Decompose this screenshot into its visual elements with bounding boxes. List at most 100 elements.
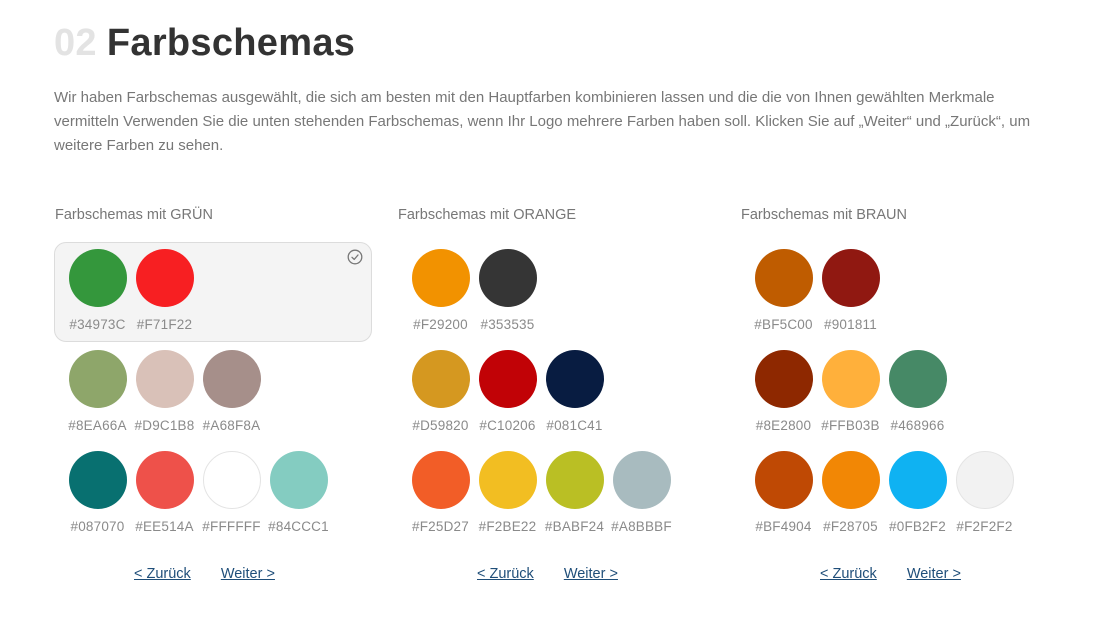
swatch-row: #BF5C00 #901811	[754, 249, 1057, 332]
swatch-row: #F25D27 #F2BE22 #BABF24 #A8BBBF	[411, 451, 714, 534]
color-swatch: #A68F8A	[202, 350, 261, 433]
color-scheme-option[interactable]: #F29200 #353535	[397, 242, 715, 342]
color-swatch: #A8BBBF	[611, 451, 672, 534]
color-swatch: #FFB03B	[821, 350, 880, 433]
section-number: 02	[54, 22, 97, 64]
swatch-circle	[411, 249, 470, 307]
hex-code-label: #8EA66A	[68, 418, 127, 433]
swatch-circle	[754, 451, 813, 509]
color-scheme-option[interactable]: #BF4904 #F28705 #0FB2F2 #F2F2F2	[740, 444, 1058, 544]
color-swatch: #C10206	[478, 350, 537, 433]
hex-code-label: #D9C1B8	[134, 418, 195, 433]
color-swatch: #EE514A	[135, 451, 194, 534]
back-link[interactable]: < Zurück	[820, 566, 877, 582]
color-scheme-option[interactable]: #F25D27 #F2BE22 #BABF24 #A8BBBF	[397, 444, 715, 544]
color-swatch: #F29200	[411, 249, 470, 332]
hex-code-label: #468966	[890, 418, 945, 433]
hex-code-label: #F25D27	[412, 519, 469, 534]
color-swatch: #468966	[888, 350, 947, 433]
swatch-circle	[955, 451, 1014, 509]
color-swatch: #84CCC1	[268, 451, 329, 534]
hex-code-label: #34973C	[69, 317, 126, 332]
swatch-row: #34973C #F71F22	[68, 249, 371, 332]
swatch-circle	[135, 249, 194, 307]
next-link[interactable]: Weiter >	[221, 566, 275, 582]
color-scheme-option[interactable]: #087070 #EE514A #FFFFFF #84CCC1	[54, 444, 372, 544]
color-swatch: #FFFFFF	[202, 451, 261, 534]
hex-code-label: #EE514A	[135, 519, 194, 534]
swatch-circle	[478, 350, 537, 408]
color-swatch: #353535	[478, 249, 537, 332]
color-swatch: #8EA66A	[68, 350, 127, 433]
color-scheme-option[interactable]: #D59820 #C10206 #081C41	[397, 343, 715, 443]
swatch-circle	[202, 451, 261, 509]
color-swatch: #F28705	[821, 451, 880, 534]
swatch-circle	[888, 350, 947, 408]
color-swatch: #BF5C00	[754, 249, 813, 332]
color-swatch: #0FB2F2	[888, 451, 947, 534]
swatch-circle	[888, 451, 947, 509]
color-scheme-page: 02 Farbschemas Wir haben Farbschemas ausg…	[0, 0, 1093, 624]
swatch-circle	[821, 249, 880, 307]
color-swatch: #8E2800	[754, 350, 813, 433]
check-circle-icon	[347, 249, 363, 265]
color-swatch: #F71F22	[135, 249, 194, 332]
swatch-circle	[411, 451, 470, 509]
hex-code-label: #FFFFFF	[202, 519, 261, 534]
hex-code-label: #84CCC1	[268, 519, 329, 534]
hex-code-label: #BABF24	[544, 519, 605, 534]
color-swatch: #F2BE22	[478, 451, 537, 534]
back-link[interactable]: < Zurück	[477, 566, 534, 582]
swatch-circle	[821, 451, 880, 509]
pagination-nav: < Zurück Weiter >	[134, 566, 384, 582]
swatch-circle	[135, 350, 194, 408]
hex-code-label: #D59820	[412, 418, 469, 433]
scheme-column-1: Farbschemas mit GRÜN #34973C #F71F22 #8EA66…	[54, 205, 384, 582]
column-title: Farbschemas mit ORANGE	[398, 207, 577, 223]
swatch-circle	[821, 350, 880, 408]
pagination-nav: < Zurück Weiter >	[477, 566, 727, 582]
hex-code-label: #8E2800	[755, 418, 812, 433]
hex-code-label: #0FB2F2	[889, 519, 946, 534]
next-link[interactable]: Weiter >	[564, 566, 618, 582]
color-swatch: #BABF24	[545, 451, 604, 534]
color-scheme-option[interactable]: #8E2800 #FFB03B #468966	[740, 343, 1058, 443]
swatch-circle	[202, 350, 261, 408]
color-swatch: #34973C	[68, 249, 127, 332]
hex-code-label: #F29200	[413, 317, 468, 332]
swatch-circle	[754, 249, 813, 307]
swatch-circle	[411, 350, 470, 408]
color-scheme-option[interactable]: #34973C #F71F22	[54, 242, 372, 342]
intro-text: Wir haben Farbschemas ausgewählt, die si…	[54, 89, 1031, 154]
color-swatch: #D9C1B8	[135, 350, 194, 433]
swatch-circle	[68, 350, 127, 408]
swatch-circle	[68, 451, 127, 509]
color-scheme-option[interactable]: #BF5C00 #901811	[740, 242, 1058, 342]
scheme-column-2: Farbschemas mit ORANGE #F29200 #353535 #D59…	[397, 205, 727, 582]
swatch-row: #8E2800 #FFB03B #468966	[754, 350, 1057, 433]
column-title: Farbschemas mit GRÜN	[55, 207, 213, 223]
swatch-circle	[545, 451, 604, 509]
hex-code-label: #BF4904	[755, 519, 812, 534]
hex-code-label: #FFB03B	[821, 418, 880, 433]
hex-code-label: #F2BE22	[478, 519, 537, 534]
swatch-circle	[478, 451, 537, 509]
hex-code-label: #F28705	[823, 519, 878, 534]
hex-code-label: #353535	[480, 317, 535, 332]
next-link[interactable]: Weiter >	[907, 566, 961, 582]
hex-code-label: #A68F8A	[202, 418, 261, 433]
swatch-row: #F29200 #353535	[411, 249, 714, 332]
hex-code-label: #BF5C00	[754, 317, 813, 332]
swatch-row: #BF4904 #F28705 #0FB2F2 #F2F2F2	[754, 451, 1057, 534]
swatch-circle	[478, 249, 537, 307]
color-scheme-option[interactable]: #8EA66A #D9C1B8 #A68F8A	[54, 343, 372, 443]
color-swatch: #BF4904	[754, 451, 813, 534]
back-link[interactable]: < Zurück	[134, 566, 191, 582]
color-swatch: #F2F2F2	[955, 451, 1014, 534]
swatch-circle	[68, 249, 127, 307]
hex-code-label: #081C41	[546, 418, 603, 433]
page-title: 02 Farbschemas	[54, 22, 355, 65]
color-swatch: #F25D27	[411, 451, 470, 534]
swatch-row: #087070 #EE514A #FFFFFF #84CCC1	[68, 451, 371, 534]
color-swatch: #087070	[68, 451, 127, 534]
